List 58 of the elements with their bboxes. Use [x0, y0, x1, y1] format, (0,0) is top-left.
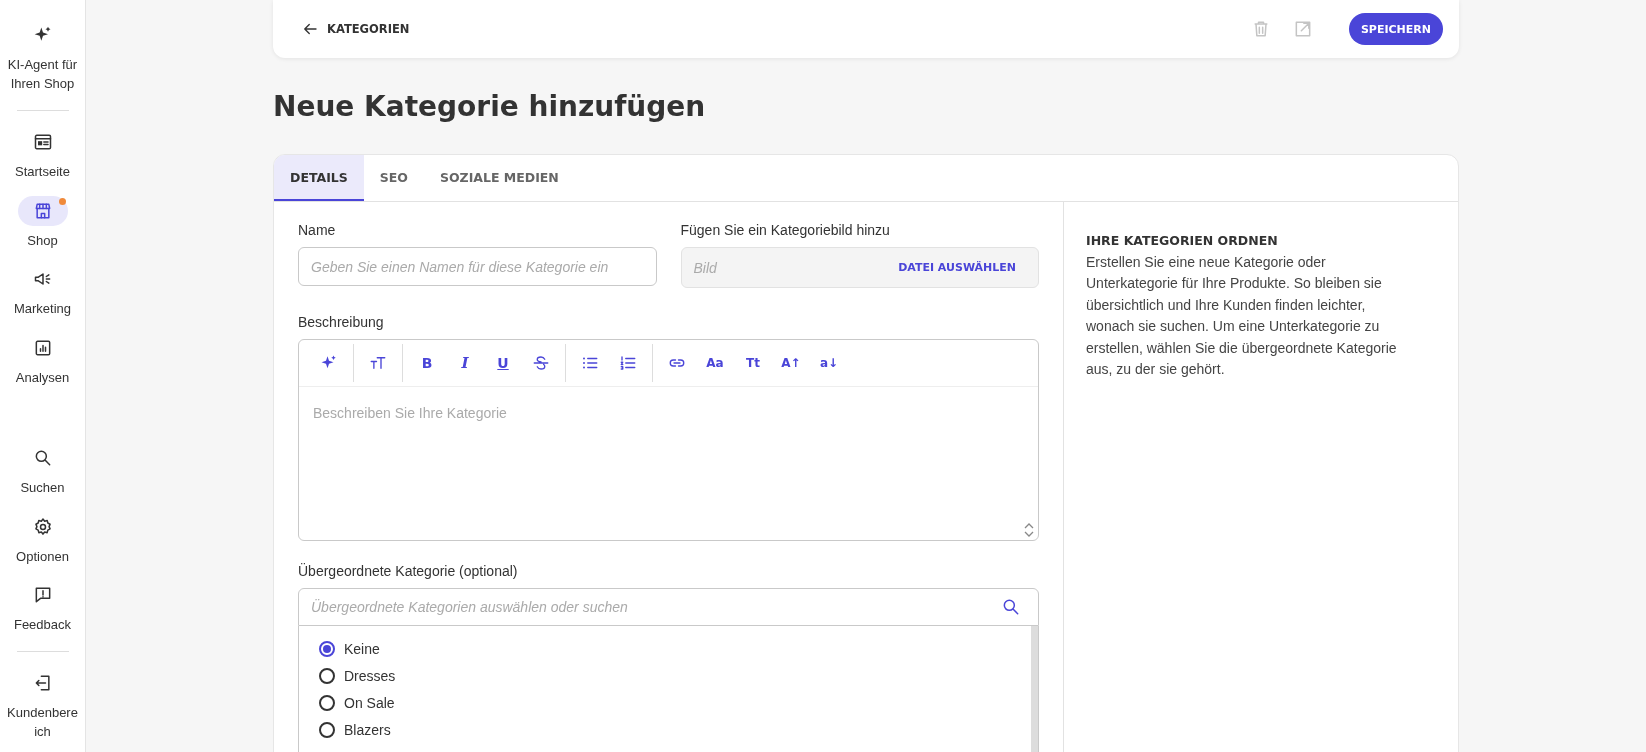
radio-button[interactable] [319, 641, 335, 657]
choose-file-button[interactable]: DATEI AUSWÄHLEN [898, 261, 1016, 274]
option-label: Blazers [344, 722, 391, 738]
format-button[interactable]: Aa [696, 348, 734, 378]
option-label: On Sale [344, 695, 395, 711]
sidebar-item[interactable]: KI-Agent für Ihren Shop [2, 20, 83, 94]
sidebar-item[interactable]: Startseite [2, 126, 83, 182]
category-search-field[interactable]: Übergeordnete Kategorien auswählen oder suchen [298, 588, 1039, 626]
sidebar-label: Analysen [14, 369, 71, 388]
field-label: Übergeordnete Kategorie (optional) [298, 563, 519, 580]
sidebar-label: Shop [26, 231, 59, 250]
text-size-icon[interactable] [369, 354, 387, 372]
sidebar-item[interactable]: Optionen [2, 511, 83, 567]
sidebar-item[interactable]: Kundenbereich [2, 668, 83, 742]
name-input[interactable]: Geben Sie einen Namen für diese Kategorie ein [298, 247, 657, 286]
sidebar-item[interactable]: Suchen [2, 442, 83, 498]
description-placeholder: Beschreiben Sie Ihre Kategorie [313, 405, 507, 421]
sidebar-item[interactable]: Shop [2, 195, 83, 251]
format-button[interactable]: a↓ [810, 348, 848, 378]
help-text: Erstellen Sie eine neue Kategorie oder Unterkategorie für Ihre Produkte. So bleiben sie übersichtlich und Ihre Kunden finden leichter, wonach sie suchen. Um eine Unterkategorie zu erstellen, wählen Sie die übergeordnete Kategorie aus, zu der sie gehört. [1086, 252, 1398, 379]
sidebar-label: KI-Agent für Ihren Shop [6, 56, 79, 93]
sidebar-label: Startseite [14, 162, 71, 181]
sidebar-label: Optionen [15, 547, 70, 566]
sidebar-label: Marketing [12, 300, 73, 319]
sidebar-label: Suchen [19, 478, 66, 497]
option-label: Dresses [344, 668, 396, 684]
sidebar-item[interactable]: Analysen [2, 333, 83, 389]
description-editor[interactable]: B I U Aa Tt A↑ a↓ Beschreiben Sie Ihre Kategorie [298, 339, 1039, 541]
field-label: Name [298, 222, 337, 239]
radio-button[interactable] [319, 668, 335, 684]
search-icon [1001, 597, 1021, 617]
option-label: Keine [344, 641, 380, 657]
page-title: Neue Kategorie hinzufügen [273, 89, 707, 125]
numbered-list-icon[interactable] [619, 354, 637, 372]
underline-button[interactable]: U [484, 348, 522, 378]
radio-button[interactable] [319, 722, 335, 738]
back-link[interactable]: KATEGORIEN [301, 20, 410, 38]
help-title: IHRE KATEGORIEN ORDNEN [1086, 232, 1279, 250]
resize-handle-icon[interactable] [1023, 523, 1035, 537]
sidebar-label: Kundenbereich [6, 704, 79, 742]
bold-button[interactable]: B [408, 348, 446, 378]
strikethrough-icon[interactable] [532, 354, 550, 372]
field-label: Fügen Sie ein Kategoriebild hinzu [680, 222, 891, 239]
sidebar-item[interactable]: Feedback [2, 580, 83, 636]
tab[interactable]: SEO [363, 155, 424, 201]
save-button[interactable]: SPEICHERN [1348, 13, 1443, 45]
radio-button[interactable] [319, 695, 335, 711]
field-label: Beschreibung [298, 314, 385, 331]
image-placeholder: Bild [693, 259, 718, 276]
tab[interactable]: SOZIALE MEDIEN [423, 155, 575, 201]
sidebar-label: Feedback [12, 616, 73, 635]
italic-button[interactable]: I [446, 348, 484, 378]
sidebar-item[interactable]: Marketing [2, 264, 83, 320]
gear-icon [32, 516, 53, 537]
format-button[interactable]: A↑ [772, 348, 810, 378]
image-field[interactable]: Bild DATEI AUSWÄHLEN [680, 247, 1039, 288]
tab[interactable]: DETAILS [274, 155, 364, 201]
format-button[interactable]: Tt [734, 348, 772, 378]
